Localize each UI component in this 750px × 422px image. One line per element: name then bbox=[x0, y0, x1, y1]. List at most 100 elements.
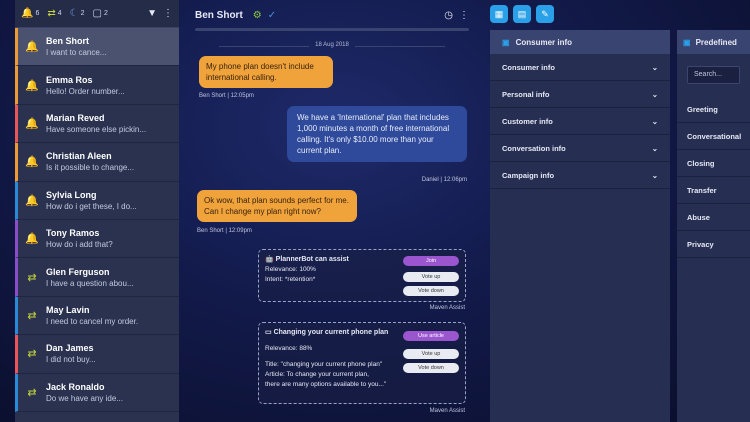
message-preview: Have someone else pickin... bbox=[46, 124, 147, 134]
edit-icon: ✎ bbox=[541, 9, 549, 19]
conversation-item[interactable]: 🔔 Sylvia Long How do i get these, I do... bbox=[15, 181, 179, 220]
grid-icon: ▦ bbox=[494, 9, 504, 19]
chat-panel: Ben Short ⚙ ✓ ◷ ⋮ 18 Aug 2018 My phone p… bbox=[179, 0, 485, 422]
customer-message: My phone plan doesn't include internatio… bbox=[199, 56, 333, 88]
contact-name: Sylvia Long bbox=[46, 189, 97, 200]
card-line: there are many options available to you.… bbox=[265, 381, 387, 388]
message-preview: I need to cancel my order. bbox=[46, 316, 139, 326]
search-input[interactable]: Search... bbox=[687, 66, 740, 84]
conversation-item[interactable]: ⇄ Dan James I did not buy... bbox=[15, 335, 179, 374]
tab-button-3[interactable]: ✎ bbox=[536, 5, 554, 23]
moon-icon: ☾ bbox=[69, 8, 79, 19]
info-icon: ▣ bbox=[683, 37, 691, 47]
message-preview: How do i add that? bbox=[46, 240, 113, 250]
date-separator: 18 Aug 2018 bbox=[179, 42, 485, 48]
chat-progress-track bbox=[195, 28, 469, 31]
conversation-item[interactable]: 🔔 Ben Short I want to cance... bbox=[15, 28, 179, 67]
more-icon[interactable]: ⋮ bbox=[163, 8, 173, 19]
conversation-item[interactable]: ⇄ Glen Ferguson I have a question abou... bbox=[15, 258, 179, 297]
contact-name: Ben Short bbox=[46, 36, 90, 47]
accordion-item[interactable]: Consumer info ⌄ bbox=[490, 54, 670, 81]
bell-icon: 🔔 bbox=[25, 194, 39, 207]
accordion-label: Personal info bbox=[502, 89, 550, 99]
message-meta: Ben Short | 12:09pm bbox=[197, 228, 252, 234]
conversation-text: Ben Short I want to cance... bbox=[46, 36, 106, 57]
stat-chats[interactable]: ▢ 2 bbox=[93, 8, 108, 19]
tab-button-1[interactable]: ▦ bbox=[490, 5, 508, 23]
join-button[interactable]: Join bbox=[403, 256, 459, 266]
customer-message: Ok wow, that plan sounds perfect for me.… bbox=[197, 190, 357, 222]
check-circle-icon[interactable]: ✓ bbox=[268, 10, 276, 21]
panel-header: ▣ Consumer info bbox=[490, 30, 670, 54]
accordion-label: Campaign info bbox=[502, 170, 555, 180]
message-preview: I want to cance... bbox=[46, 48, 107, 58]
filter-icon[interactable]: ▼ bbox=[147, 8, 157, 19]
list-icon: ▤ bbox=[517, 9, 527, 19]
contact-name: May Lavin bbox=[46, 304, 90, 315]
accordion-item[interactable]: Conversation info ⌄ bbox=[490, 135, 670, 162]
message-preview: Is it possible to change... bbox=[46, 163, 135, 173]
more-icon[interactable]: ⋮ bbox=[459, 10, 469, 21]
conversation-item[interactable]: 🔔 Tony Ramos How do i add that? bbox=[15, 219, 179, 259]
use-article-button[interactable]: Use article bbox=[403, 331, 459, 341]
conversation-text: Glen Ferguson I have a question abou... bbox=[46, 267, 134, 288]
conversation-item[interactable]: 🔔 Christian Aleen Is it possible to change… bbox=[15, 143, 179, 182]
conversation-text: Dan James I did not buy... bbox=[46, 343, 96, 364]
predefined-item[interactable]: Privacy bbox=[677, 231, 750, 258]
accordion-label: Customer info bbox=[502, 116, 553, 126]
contact-name: Jack Ronaldo bbox=[46, 381, 105, 392]
predefined-item[interactable]: Closing bbox=[677, 150, 750, 177]
clock-icon[interactable]: ◷ bbox=[444, 10, 453, 21]
article-card: ▭ Changing your current phone plan Relev… bbox=[258, 322, 466, 404]
assist-card: 🤖 PlannerBot can assist Relevance: 100% … bbox=[258, 249, 466, 302]
vote-down-button[interactable]: Vote down bbox=[403, 286, 459, 296]
predefined-item[interactable]: Greeting bbox=[677, 96, 750, 123]
conversation-text: Jack Ronaldo Do we have any ide... bbox=[46, 382, 123, 403]
accordion-item[interactable]: Customer info ⌄ bbox=[490, 108, 670, 135]
predefined-item[interactable]: Transfer bbox=[677, 177, 750, 204]
contact-name: Tony Ramos bbox=[46, 228, 100, 239]
chat-icon: ▢ bbox=[92, 8, 102, 19]
accordion-item[interactable]: Personal info ⌄ bbox=[490, 81, 670, 108]
contact-name: Emma Ros bbox=[46, 74, 93, 85]
vote-down-button[interactable]: Vote down bbox=[403, 363, 459, 373]
contact-name: Christian Aleen bbox=[46, 151, 112, 162]
bell-icon: 🔔 bbox=[25, 79, 39, 92]
vote-up-button[interactable]: Vote up bbox=[403, 349, 459, 359]
conversation-item[interactable]: 🔔 Marian Reved Have someone else pickin... bbox=[15, 104, 179, 144]
predefined-item[interactable]: Conversational bbox=[677, 123, 750, 150]
stat-alerts[interactable]: 🔔 6 bbox=[21, 8, 39, 19]
conversation-item[interactable]: 🔔 Emma Ros Hello! Order number... bbox=[15, 66, 179, 105]
bell-icon: 🔔 bbox=[25, 156, 39, 169]
contact-name: Marian Reved bbox=[46, 112, 105, 123]
message-preview: Do we have any ide... bbox=[46, 393, 123, 403]
chevron-down-icon: ⌄ bbox=[651, 170, 658, 180]
bell-icon: 🔔 bbox=[25, 233, 39, 246]
conversation-item[interactable]: ⇄ Jack Ronaldo Do we have any ide... bbox=[15, 373, 179, 412]
chevron-down-icon: ⌄ bbox=[651, 62, 658, 72]
predefined-item[interactable]: Abuse bbox=[677, 204, 750, 231]
tab-button-2[interactable]: ▤ bbox=[513, 5, 531, 23]
conversation-text: Sylvia Long How do i get these, I do... bbox=[46, 190, 137, 211]
contact-name: Dan James bbox=[46, 343, 94, 354]
accordion-item[interactable]: Campaign info ⌄ bbox=[490, 162, 670, 189]
stat-sleeping[interactable]: ☾ 2 bbox=[70, 8, 85, 19]
bot-icon: 🤖 bbox=[265, 256, 274, 263]
chevron-down-icon: ⌄ bbox=[651, 116, 658, 126]
conversation-sidebar: 🔔 6 ⇄ 4 ☾ 2 ▢ 2 ▼ ⋮ 🔔 Ben Short I want to canc… bbox=[15, 0, 179, 422]
conversation-item[interactable]: ⇄ May Lavin I need to cancel my order. bbox=[15, 296, 179, 336]
contact-name: Glen Ferguson bbox=[46, 266, 110, 277]
chevron-down-icon: ⌄ bbox=[651, 143, 658, 153]
transfer-icon: ⇄ bbox=[47, 8, 56, 19]
vote-up-button[interactable]: Vote up bbox=[403, 272, 459, 282]
agent-message: We have a 'International' plan that incl… bbox=[287, 106, 467, 162]
message-preview: I have a question abou... bbox=[46, 278, 134, 288]
bell-icon: 🔔 bbox=[21, 8, 34, 19]
message-preview: Hello! Order number... bbox=[46, 86, 125, 96]
message-meta: Ben Short | 12:05pm bbox=[199, 93, 254, 99]
panel-header: ▣ Predefined bbox=[677, 30, 750, 54]
gear-icon[interactable]: ⚙ bbox=[253, 10, 262, 21]
stat-transfers[interactable]: ⇄ 4 bbox=[47, 8, 61, 19]
chevron-down-icon: ⌄ bbox=[651, 89, 658, 99]
card-footer: Maven Assist bbox=[429, 305, 465, 311]
